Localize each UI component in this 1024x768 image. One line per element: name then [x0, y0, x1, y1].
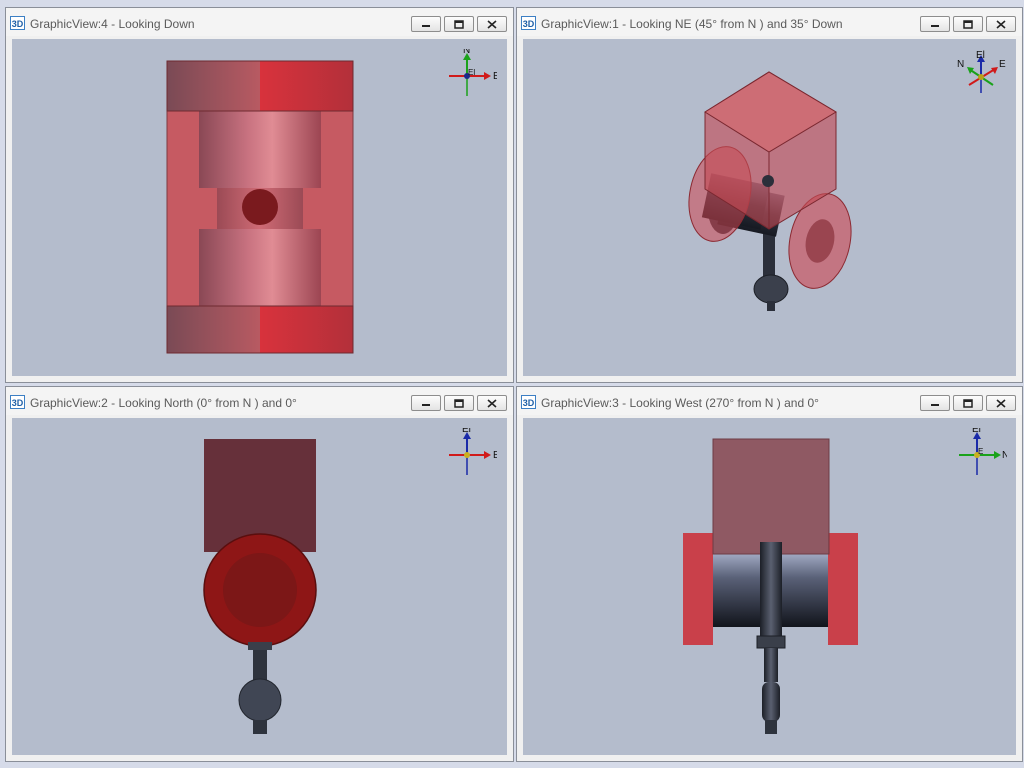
restore-icon: [963, 398, 973, 408]
minimize-button[interactable]: [411, 395, 441, 411]
close-button[interactable]: [986, 16, 1016, 32]
axis-triad: N E El: [449, 49, 497, 96]
axis-label-east: E: [493, 450, 497, 461]
window-titlebar[interactable]: 3D GraphicView:3 - Looking West (270° fr…: [517, 387, 1022, 415]
minimize-button[interactable]: [920, 16, 950, 32]
viewport-looking-north[interactable]: El E: [12, 418, 507, 755]
minimize-button[interactable]: [411, 16, 441, 32]
graphic-view-4-window[interactable]: 3D GraphicView:4 - Looking Down N E El: [5, 7, 514, 383]
close-button[interactable]: [986, 395, 1016, 411]
minimize-icon: [422, 404, 430, 406]
valve-model-top-view[interactable]: [12, 39, 507, 376]
minimize-icon: [931, 25, 939, 27]
axis-label-north: N: [1002, 450, 1007, 461]
maximize-button[interactable]: [953, 395, 983, 411]
window-title: GraphicView:1 - Looking NE (45° from N )…: [541, 17, 843, 31]
axis-label-elevation: El: [972, 428, 981, 435]
axis-label-east: E: [978, 447, 983, 456]
maximize-button[interactable]: [953, 16, 983, 32]
close-button[interactable]: [477, 395, 507, 411]
window-titlebar[interactable]: 3D GraphicView:1 - Looking NE (45° from …: [517, 8, 1022, 36]
axis-triad: El N E: [957, 50, 1006, 93]
window-titlebar[interactable]: 3D GraphicView:2 - Looking North (0° fro…: [6, 387, 513, 415]
restore-icon: [454, 398, 464, 408]
3d-view-icon: 3D: [10, 395, 25, 409]
axis-label-elevation: El: [468, 68, 475, 77]
close-icon: [487, 19, 497, 29]
valve-stem-hole: [242, 189, 278, 225]
axis-label-elevation: El: [976, 50, 985, 61]
minimize-icon: [422, 25, 430, 27]
axis-label-elevation: El: [462, 428, 471, 435]
minimize-button[interactable]: [920, 395, 950, 411]
close-button[interactable]: [477, 16, 507, 32]
valve-model-isometric-view[interactable]: [523, 39, 1016, 376]
axis-label-east: E: [493, 71, 497, 82]
minimize-icon: [931, 404, 939, 406]
maximize-button[interactable]: [444, 395, 474, 411]
graphic-view-1-window[interactable]: 3D GraphicView:1 - Looking NE (45° from …: [516, 7, 1023, 383]
axis-label-north: N: [957, 59, 964, 70]
valve-model-west-view[interactable]: [523, 418, 1016, 755]
valve-model-north-view[interactable]: [12, 418, 507, 755]
3d-view-icon: 3D: [521, 16, 536, 30]
axis-triad: El E: [449, 428, 497, 475]
3d-view-icon: 3D: [521, 395, 536, 409]
maximize-button[interactable]: [444, 16, 474, 32]
restore-icon: [963, 19, 973, 29]
close-icon: [996, 398, 1006, 408]
window-title: GraphicView:4 - Looking Down: [30, 17, 195, 31]
graphic-view-2-window[interactable]: 3D GraphicView:2 - Looking North (0° fro…: [5, 386, 514, 762]
viewport-looking-down[interactable]: N E El: [12, 39, 507, 376]
viewport-looking-west[interactable]: El N E: [523, 418, 1016, 755]
axis-label-north: N: [463, 49, 470, 56]
graphic-view-3-window[interactable]: 3D GraphicView:3 - Looking West (270° fr…: [516, 386, 1023, 762]
axis-label-east: E: [999, 59, 1006, 70]
close-icon: [487, 398, 497, 408]
restore-icon: [454, 19, 464, 29]
axis-triad: El N E: [959, 428, 1007, 475]
3d-view-icon: 3D: [10, 16, 25, 30]
close-icon: [996, 19, 1006, 29]
viewport-looking-ne[interactable]: El N E: [523, 39, 1016, 376]
window-title: GraphicView:2 - Looking North (0° from N…: [30, 396, 297, 410]
window-titlebar[interactable]: 3D GraphicView:4 - Looking Down: [6, 8, 513, 36]
window-title: GraphicView:3 - Looking West (270° from …: [541, 396, 819, 410]
